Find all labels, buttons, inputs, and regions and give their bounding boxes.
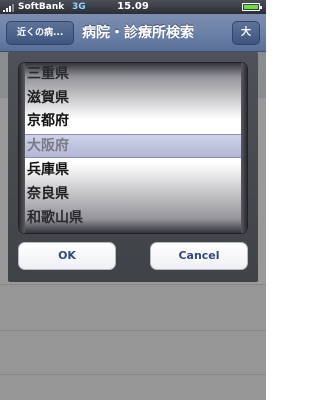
- picker-item[interactable]: 滋賀県: [27, 87, 69, 109]
- picker-item[interactable]: 三重県: [27, 63, 69, 85]
- picker-item[interactable]: 奈良県: [27, 183, 69, 205]
- picker-frame-left: [19, 63, 25, 233]
- navigation-bar: 近くの病... 病院・診療所検索 大: [0, 14, 266, 52]
- prefecture-picker-dialog: 三重県 滋賀県 京都府 大阪府 兵庫県 奈良県 和歌山県 OK Cancel: [8, 52, 258, 282]
- font-size-button[interactable]: 大: [232, 21, 260, 45]
- page-title: 病院・診療所検索: [82, 25, 194, 41]
- ok-button[interactable]: OK: [18, 242, 116, 270]
- clock: 15.09: [117, 1, 149, 12]
- prefecture-picker[interactable]: 三重県 滋賀県 京都府 大阪府 兵庫県 奈良県 和歌山県: [18, 62, 248, 234]
- picker-item[interactable]: 兵庫県: [27, 159, 69, 181]
- picker-item[interactable]: 和歌山県: [27, 207, 83, 229]
- picker-item-selected[interactable]: 大阪府: [27, 135, 69, 157]
- cancel-button[interactable]: Cancel: [150, 242, 248, 270]
- battery-icon: [242, 3, 262, 11]
- picker-frame-right: [241, 63, 247, 233]
- status-bar: SoftBank 3G 15.09: [0, 0, 266, 14]
- picker-item[interactable]: 京都府: [27, 110, 69, 132]
- back-button[interactable]: 近くの病...: [6, 21, 74, 45]
